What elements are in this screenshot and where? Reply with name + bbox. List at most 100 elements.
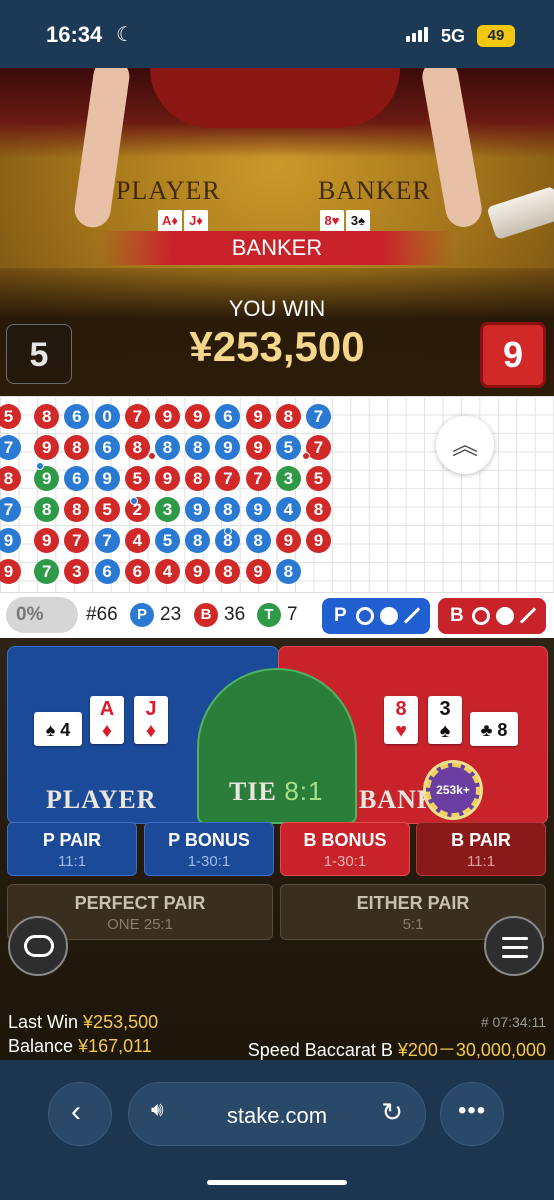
p-pair-bet[interactable]: P PAIR 11:1	[7, 822, 137, 876]
bead-result: 7	[0, 435, 21, 460]
bead-result: 9	[185, 404, 211, 429]
banker-count: 36	[224, 604, 246, 625]
p-bonus-label: P BONUS	[168, 830, 250, 850]
b-bonus-label: B BONUS	[303, 830, 387, 850]
video-card: 3♠	[346, 210, 370, 232]
tie-odds: 8:1	[284, 776, 324, 806]
bead-result: 5	[94, 497, 120, 522]
bead-result: 7	[94, 528, 120, 553]
video-card: J♦	[184, 210, 208, 232]
chat-button[interactable]	[8, 916, 68, 976]
felt-banker-label: BANKER	[318, 176, 431, 205]
tie-bet-label: TIE 8:1	[229, 776, 323, 807]
b-bonus-odds: 1-30:1	[323, 853, 367, 870]
bet-chip: 253k+	[426, 763, 480, 817]
chevron-up-icon: ︽	[451, 430, 478, 460]
bead-result: 9	[0, 559, 21, 584]
moon-icon: ☾	[116, 24, 134, 46]
last-win-value: ¥253,500	[83, 1012, 159, 1032]
p-bonus-bet[interactable]: P BONUS 1-30:1	[144, 822, 274, 876]
bead-result: 9	[245, 435, 271, 460]
back-button[interactable]: ‹	[48, 1082, 112, 1146]
bead-result: 7	[245, 466, 271, 491]
tie-bet-spot[interactable]: TIE 8:1	[197, 668, 357, 824]
bead-result: 8	[34, 497, 60, 522]
p-pair-label: P PAIR	[42, 830, 102, 850]
table-info: Speed Baccarat B ¥200－30,000,000	[248, 1036, 546, 1062]
slash-icon	[403, 607, 421, 624]
bead-result: 4	[155, 559, 180, 584]
bead-result: 8	[0, 466, 21, 491]
tie-count-badge: T	[257, 603, 281, 627]
bet-card: J ♦	[134, 696, 168, 744]
bead-result: 8	[185, 528, 211, 553]
video-card: A♦	[158, 210, 182, 232]
p-pair-odds: 11:1	[57, 853, 87, 870]
bead-result: 6	[64, 404, 90, 429]
bead-result: 3	[155, 497, 180, 522]
banker-ask-button[interactable]: B	[438, 598, 546, 634]
perfect-pair-label: PERFECT PAIR	[74, 893, 206, 913]
bead-result: 9	[245, 559, 271, 584]
player-ask-label: P	[334, 605, 347, 626]
signal-icon	[406, 27, 428, 42]
percent-toggle[interactable]: 0%	[6, 597, 78, 633]
bead-result: 6	[64, 466, 90, 491]
dealer-dress	[150, 68, 400, 128]
pair-marker	[130, 497, 138, 505]
bet-card: A ♦	[90, 696, 124, 744]
balance: Balance ¥167,011	[8, 1036, 152, 1057]
either-pair-label: EITHER PAIR	[356, 893, 470, 913]
bet-card: ♣ 8	[470, 712, 518, 746]
bead-result: 4	[124, 528, 150, 553]
hamburger-icon	[502, 937, 528, 958]
chevron-left-icon: ‹	[71, 1095, 81, 1128]
reload-icon[interactable]: ↻	[381, 1097, 403, 1128]
bead-result: 9	[185, 497, 211, 522]
b-pair-odds: 11:1	[466, 853, 496, 870]
you-win-title: YOU WIN	[228, 296, 326, 321]
bead-result: 8	[124, 435, 150, 460]
player-count-badge: P	[130, 603, 154, 627]
bet-card: 3 ♠	[428, 696, 462, 744]
bead-result: 8	[306, 497, 331, 522]
live-video: PLAYER BANKER A♦ J♦ 8♥ 3♠ BANKER YOU WIN ¥2…	[0, 68, 554, 396]
bead-result: 8	[34, 404, 60, 429]
bead-result: 9	[306, 528, 331, 553]
last-win: Last Win ¥253,500	[8, 1012, 158, 1033]
b-pair-bet[interactable]: B PAIR 11:1	[416, 822, 546, 876]
pair-marker	[148, 452, 156, 460]
bead-result: 8	[275, 404, 301, 429]
round-number: #66	[86, 604, 118, 625]
bead-result: 8	[64, 435, 90, 460]
bead-result: 9	[155, 404, 180, 429]
bead-result: 7	[215, 466, 241, 491]
tie-label: TIE	[229, 777, 277, 806]
network-label: 5G	[441, 26, 466, 46]
browser-bar: ‹ 🔊︎ stake.com ↻ •••	[0, 1060, 554, 1200]
bead-result: 6	[94, 435, 120, 460]
expand-roadmap-button[interactable]: ︽	[436, 416, 494, 474]
tie-count: 7	[287, 604, 298, 625]
more-button[interactable]: •••	[440, 1082, 504, 1146]
stats-bar: 0% #66 P 23 B 36 T 7 P B	[0, 592, 554, 638]
bead-result: 5	[275, 435, 301, 460]
player-score: 5	[6, 324, 72, 384]
menu-button[interactable]	[484, 916, 544, 976]
bead-result: 9	[0, 528, 21, 553]
address-bar[interactable]: 🔊︎ stake.com ↻	[128, 1082, 426, 1146]
b-bonus-bet[interactable]: B BONUS 1-30:1	[280, 822, 410, 876]
bead-result: 3	[275, 466, 301, 491]
bead-result: 6	[215, 404, 241, 429]
bead-result: 3	[64, 559, 90, 584]
bead-result: 5	[124, 466, 150, 491]
bead-result: 9	[215, 435, 241, 460]
bead-result: 7	[0, 497, 21, 522]
banker-ask-label: B	[450, 605, 464, 626]
bead-result: 5	[0, 404, 21, 429]
filled-circle-icon	[496, 607, 514, 625]
bead-result: 6	[94, 559, 120, 584]
bead-result: 5	[155, 528, 180, 553]
bet-card: 8 ♥	[384, 696, 418, 744]
player-ask-button[interactable]: P	[322, 598, 430, 634]
